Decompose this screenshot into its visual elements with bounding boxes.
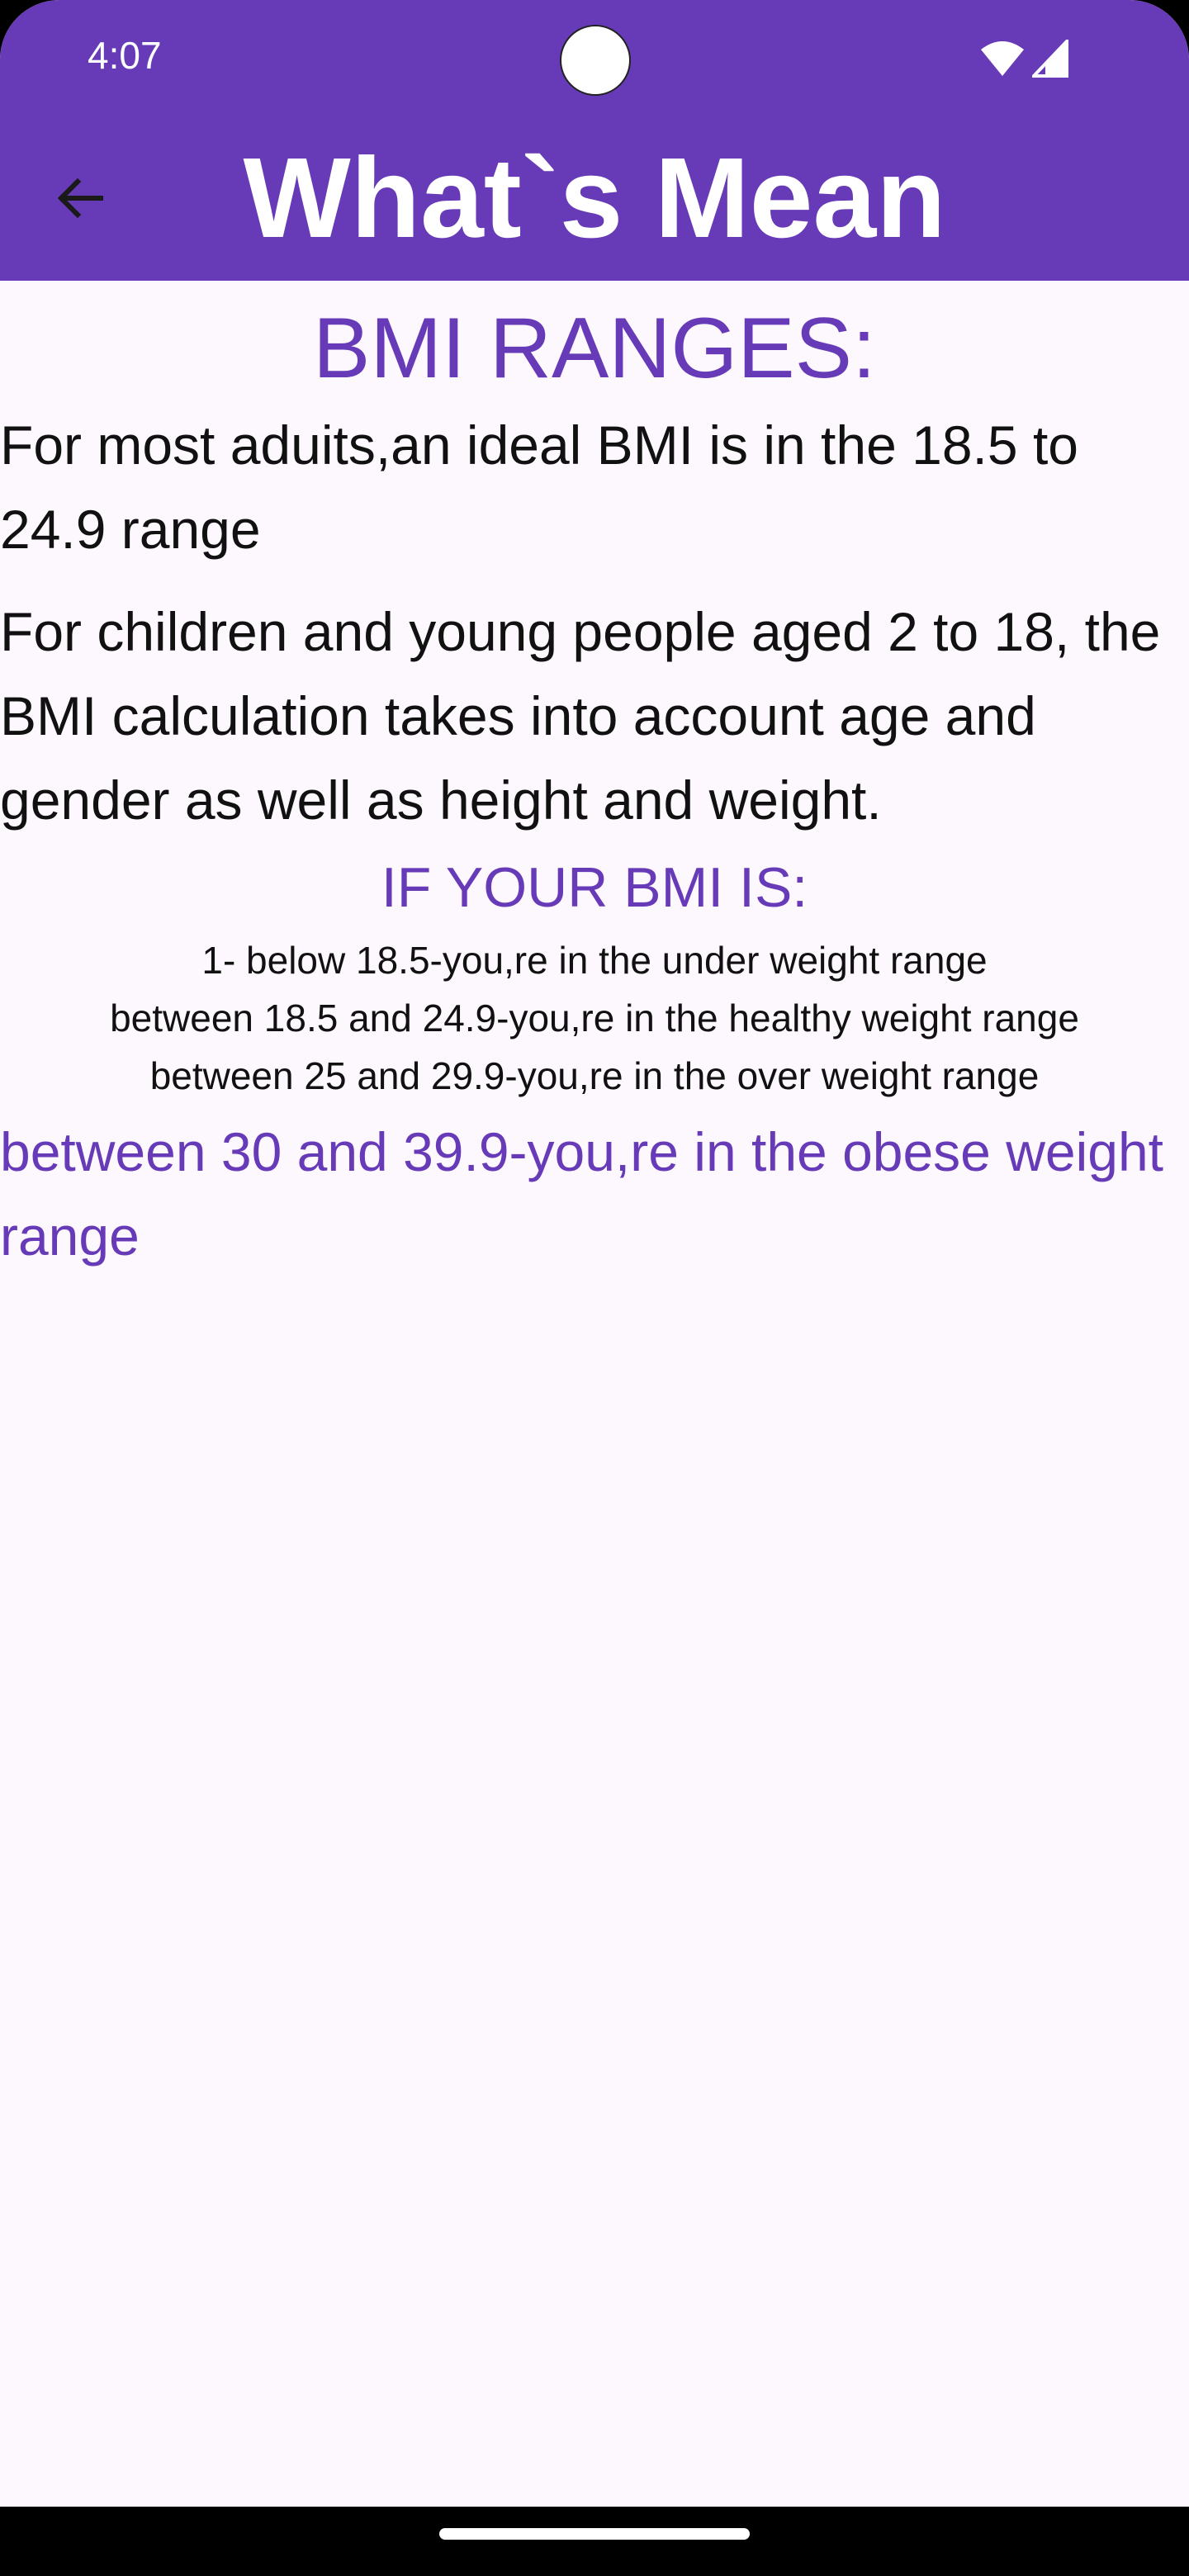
if-your-bmi-subheading: IF YOUR BMI IS:: [381, 856, 808, 919]
phone-screen: 4:07 What`s Mean BMI RANGES: For most ad…: [0, 0, 1189, 2576]
range-overweight: between 25 and 29.9-you,re in the over w…: [149, 1054, 1040, 1097]
children-paragraph: For children and young people aged 2 to …: [0, 601, 1161, 831]
app-bar: 4:07 What`s Mean: [0, 0, 1189, 281]
range-obese: between 30 and 39.9-you,re in the obese …: [0, 1121, 1164, 1267]
wifi-icon: [981, 41, 1024, 76]
bmi-ranges-heading: BMI RANGES:: [313, 301, 876, 396]
camera-cutout: [560, 25, 631, 96]
app-title: What`s Mean: [243, 135, 946, 262]
status-time: 4:07: [88, 34, 162, 77]
content-area: BMI RANGES: For most aduits,an ideal BMI…: [0, 281, 1189, 1278]
adults-paragraph: For most aduits,an ideal BMI is in the 1…: [0, 414, 1078, 560]
home-indicator[interactable]: [439, 2528, 750, 2540]
range-healthy: between 18.5 and 24.9-you,re in the heal…: [110, 997, 1079, 1039]
signal-icon: [1032, 40, 1068, 78]
range-underweight: 1- below 18.5-you,re in the under weight…: [201, 939, 988, 982]
navigation-bar: [0, 2507, 1189, 2576]
